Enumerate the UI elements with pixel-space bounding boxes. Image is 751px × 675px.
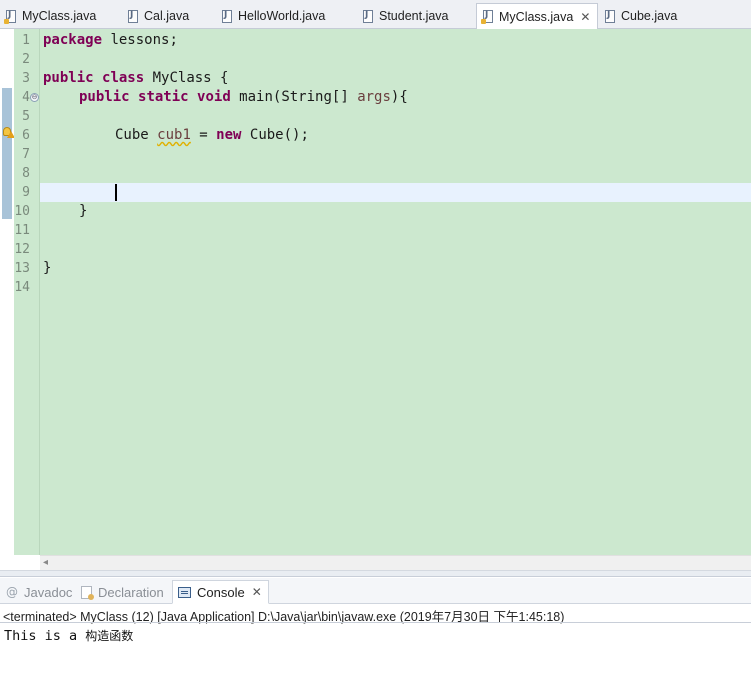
code-text[interactable]: package lessons; public class MyClass { … xyxy=(43,29,751,555)
tab-label: Student.java xyxy=(379,9,449,23)
line-number: 6 xyxy=(22,128,30,143)
tab-label: Console xyxy=(197,584,245,600)
java-file-icon xyxy=(128,9,138,23)
line-number: 8 xyxy=(22,166,30,181)
tab-label: Cube.java xyxy=(621,9,678,23)
tab-label: Javadoc xyxy=(24,584,73,600)
code-line-1: package lessons; xyxy=(43,32,178,48)
console-output[interactable]: This is a 构造函数 xyxy=(4,627,133,644)
horizontal-scrollbar[interactable]: ◂ xyxy=(40,555,751,570)
java-file-warning-icon xyxy=(481,10,493,24)
tab-label: HelloWorld.java xyxy=(238,9,326,23)
line-number: 9 xyxy=(22,185,30,200)
tab-label: Declaration xyxy=(98,584,164,600)
line-number: 5 xyxy=(22,109,30,124)
line-number: 4 xyxy=(22,90,30,105)
tab-myclass-java-1[interactable]: MyClass.java xyxy=(0,3,96,29)
line-number: 14 xyxy=(14,280,30,295)
code-line-6: Cube cub1 = new Cube(); xyxy=(115,127,309,143)
line-number: 11 xyxy=(14,223,30,238)
scroll-left-arrow-icon[interactable]: ◂ xyxy=(43,556,48,570)
close-icon[interactable]: ✕ xyxy=(252,585,262,599)
tab-label: MyClass.java xyxy=(499,9,574,24)
tab-helloworld-java[interactable]: HelloWorld.java xyxy=(216,3,325,29)
tab-cube-java[interactable]: Cube.java xyxy=(599,3,677,29)
tab-student-java[interactable]: Student.java xyxy=(357,3,449,29)
line-number: 10 xyxy=(14,204,30,219)
tab-javadoc[interactable]: @ Javadoc xyxy=(6,580,72,604)
text-caret xyxy=(115,184,117,201)
divider xyxy=(0,622,751,623)
tab-myclass-java-active[interactable]: MyClass.java ✕ xyxy=(476,3,598,30)
java-file-icon xyxy=(222,9,232,23)
view-splitter[interactable] xyxy=(0,570,751,577)
code-line-3: public class MyClass { xyxy=(43,70,229,86)
line-number: 12 xyxy=(14,242,30,257)
tab-cal-java[interactable]: Cal.java xyxy=(122,3,189,29)
code-line-4: public static void main(String[] args){ xyxy=(79,89,408,105)
line-number: 7 xyxy=(22,147,30,162)
at-icon: @ xyxy=(6,585,18,599)
java-file-icon xyxy=(605,9,615,23)
close-icon[interactable]: ✕ xyxy=(580,10,590,24)
line-number: 3 xyxy=(22,71,30,86)
line-number: 1 xyxy=(22,33,30,48)
fold-collapse-icon[interactable]: ⊖ xyxy=(30,93,39,102)
editor-tab-bar: MyClass.java Cal.java HelloWorld.java St… xyxy=(0,0,751,30)
tab-label: Cal.java xyxy=(144,9,190,23)
code-line-13: } xyxy=(43,260,52,276)
code-editor[interactable]: 1 2 3 4 5 6 7 8 9 10 11 12 13 14 ⊖ packa… xyxy=(0,29,751,570)
java-file-icon xyxy=(363,9,373,23)
tab-declaration[interactable]: Declaration xyxy=(81,580,164,604)
console-icon xyxy=(178,586,191,598)
view-tab-bar: @ Javadoc Declaration Console ✕ xyxy=(0,578,751,604)
tab-label: MyClass.java xyxy=(22,9,97,23)
java-file-warning-icon xyxy=(4,9,16,24)
line-number: 2 xyxy=(22,52,30,67)
code-line-10: } xyxy=(79,203,88,219)
line-number-gutter: 1 2 3 4 5 6 7 8 9 10 11 12 13 14 xyxy=(14,29,40,555)
tab-console[interactable]: Console ✕ xyxy=(172,580,269,604)
declaration-icon xyxy=(81,585,94,600)
unused-variable-warning: cub1 xyxy=(157,127,191,143)
line-number: 13 xyxy=(14,261,30,276)
